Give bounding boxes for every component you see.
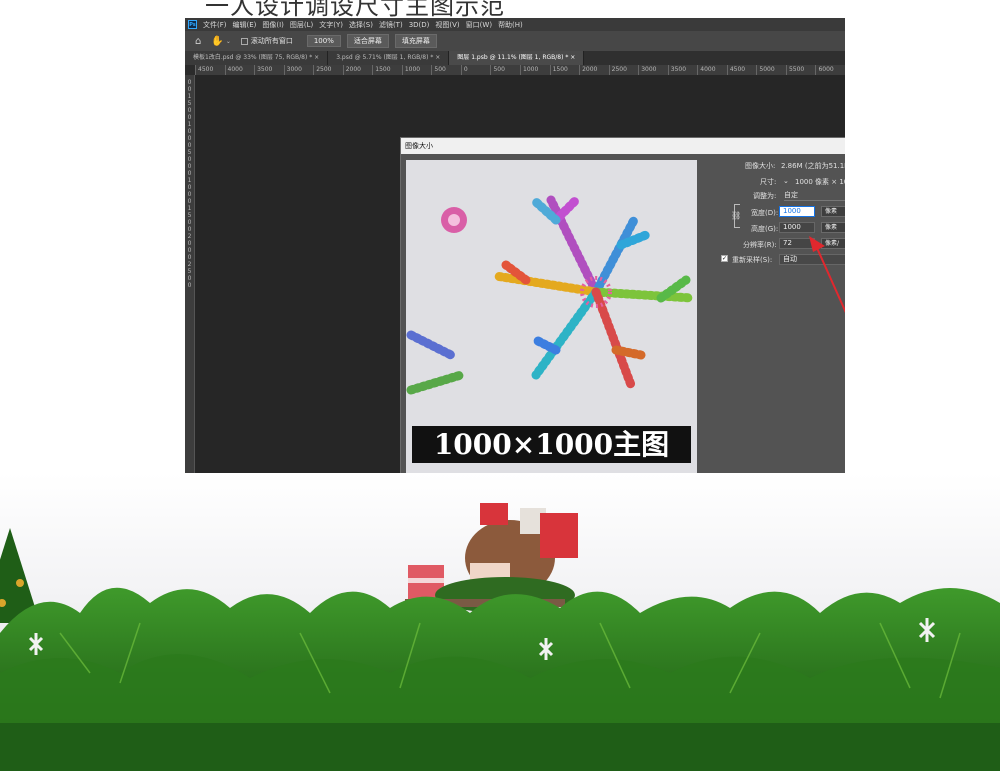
ruler-tick-label: 3500 [254,65,284,75]
ruler-tick-label: 1500 [549,65,580,75]
menu-select[interactable]: 选择(S) [349,20,373,30]
resolution-label: 分辨率(R): [743,241,777,249]
ruler-tick-label: 2000 [342,65,373,75]
tab-document-3[interactable]: 图层 1.psb @ 11.1% (图层 1, RGB/8) * × [449,51,585,65]
ruler-tick-label: 2000 [579,65,609,75]
chevron-down-icon[interactable]: ⌄ [226,38,231,45]
document-tabs: 模板1改白.psd @ 33% (图层 75, RGB/8) * × 3.psd… [185,51,845,65]
link-chain-icon[interactable]: ⛓ [731,211,741,220]
ruler-tick-label: 0 [460,65,491,75]
dimensions-label: 尺寸: [760,178,777,186]
menu-layer[interactable]: 图层(L) [290,20,313,30]
menu-image[interactable]: 图像(I) [262,20,284,30]
hand-icon[interactable]: ✋ [211,36,223,47]
zoom-100-button[interactable]: 100% [306,35,341,47]
dimensions-dropdown[interactable]: ⌄ [783,177,789,185]
photoshop-window: Ps 文件(F) 编辑(E) 图像(I) 图层(L) 文字(Y) 选择(S) 滤… [185,18,845,473]
menu-type[interactable]: 文字(Y) [319,20,343,30]
menu-window[interactable]: 窗口(W) [466,20,492,30]
ruler-tick-label: 500 [431,65,461,75]
preview-banner: 1000×1000主图 [412,426,691,463]
fit-to-label: 调整为: [753,192,777,200]
fill-screen-button[interactable]: 填充屏幕 [394,34,437,48]
ruler-tick-label: 5000 [756,65,786,75]
ruler-tick-label: 3000 [283,65,314,75]
menu-edit[interactable]: 编辑(E) [233,20,257,30]
ruler-tick-label: 2500 [313,65,343,75]
tab-document-1[interactable]: 模板1改白.psd @ 33% (图层 75, RGB/8) * × [185,51,329,65]
resample-checkbox[interactable]: ✓ [721,255,728,262]
fit-to-select[interactable]: 自定 [784,190,845,201]
resample-label: 重新采样(S): [732,256,773,264]
ruler-tick-label: 1000 [401,65,432,75]
ruler-tick-label: 2500 [608,65,639,75]
ruler-tick-label: 6000 [815,65,845,75]
tab-document-2[interactable]: 3.psd @ 5.71% (图层 1, RGB/8) * × [328,51,450,65]
scroll-all-checkbox[interactable] [240,37,248,45]
ruler-tick-label: 4000 [224,65,255,75]
home-icon[interactable]: ⌂ [195,36,201,47]
width-label: 宽度(D): [751,209,779,217]
ruler-tick-label: 3000 [638,65,668,75]
menu-bar: Ps 文件(F) 编辑(E) 图像(I) 图层(L) 文字(Y) 选择(S) 滤… [185,18,845,31]
menu-filter[interactable]: 滤镜(T) [379,20,403,30]
scroll-all-label: 滚动所有窗口 [250,37,293,45]
image-size-value: 2.86M (之前为51.1M) [781,162,845,170]
image-preview: 1000×1000主图 [406,160,697,473]
dialog-title: 图像大小 [401,138,845,154]
height-label: 高度(G): [751,225,779,233]
height-input[interactable]: 1000 [779,222,815,233]
dimensions-value: 1000 像素 × 10 [795,178,845,186]
ruler-tick-label: 4500 [726,65,757,75]
ruler-tick-label: 1500 [372,65,402,75]
image-size-label: 图像大小: [745,162,776,170]
options-bar: ⌂ ✋ ⌄ 滚动所有窗口 100% 适合屏幕 填充屏幕 [185,31,845,52]
ruler-tick-label: 4000 [697,65,727,75]
fit-screen-button[interactable]: 适合屏幕 [346,34,389,48]
ruler-tick-label: 5500 [785,65,816,75]
height-unit-select[interactable]: 像素 [821,222,845,233]
menu-file[interactable]: 文件(F) [203,20,227,30]
ruler-tick-label: 1000 [520,65,550,75]
pine-and-gifts-illustration [0,503,1000,771]
vertical-ruler: 0 0 1 5 0 0 1 0 0 0 5 0 0 0 1 0 0 0 1 5 … [185,75,195,473]
image-size-dialog: 图像大小 1000×1000主图 图像大小: 2.86M (之前为51.1 尺寸… [400,137,845,473]
red-arrow-annotation [809,236,845,314]
width-unit-select[interactable]: 像素 [821,206,845,217]
ruler-tick-label: 3500 [667,65,698,75]
menu-view[interactable]: 视图(V) [435,20,459,30]
width-input[interactable]: 1000 [779,206,815,217]
ruler-tick-label: 500 [490,65,520,75]
christmas-decoration-scene [0,473,1000,771]
menu-help[interactable]: 帮助(H) [498,20,523,30]
ruler-tick-label: 4500 [195,65,225,75]
menu-3d[interactable]: 3D(D) [409,21,430,29]
ps-app-icon: Ps [188,20,197,29]
